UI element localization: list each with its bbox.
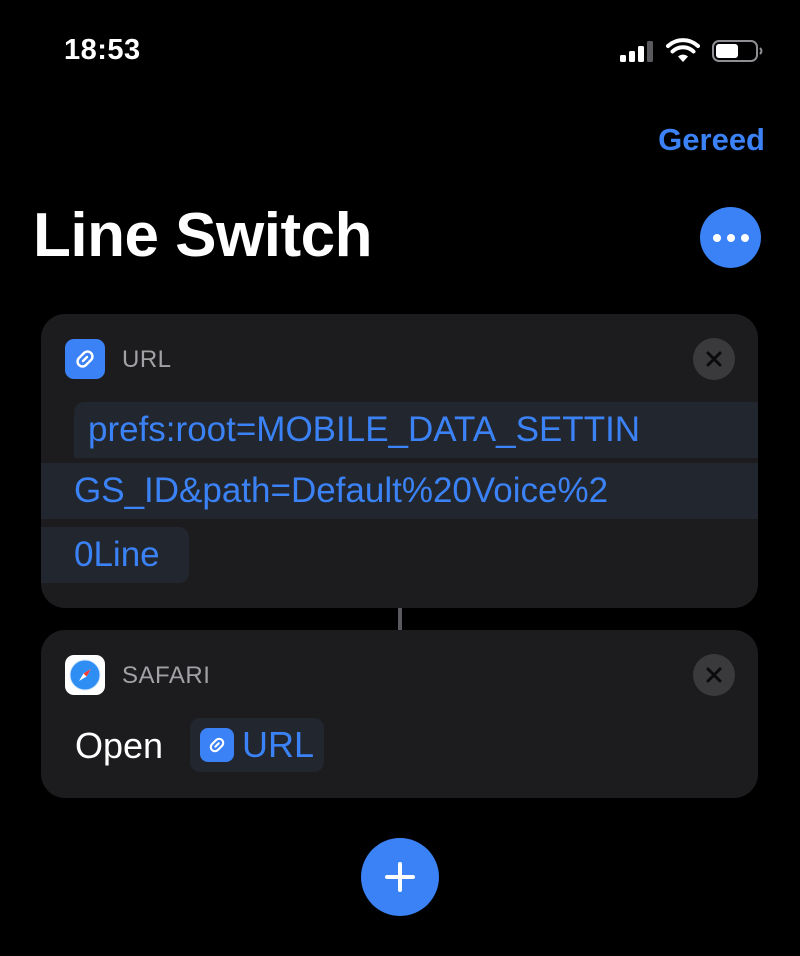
done-button[interactable]: Gereed xyxy=(658,122,765,158)
remove-action-button[interactable] xyxy=(693,338,735,380)
dot xyxy=(712,233,721,242)
shortcut-title: Line Switch xyxy=(33,201,372,270)
status-time: 18:53 xyxy=(64,34,141,66)
url-text-line[interactable]: prefs:root=MOBILE_DATA_SETTIN xyxy=(74,402,758,458)
remove-action-button[interactable] xyxy=(693,654,735,696)
safari-action-card[interactable]: SAFARI Open URL xyxy=(41,630,758,798)
close-icon xyxy=(706,667,722,683)
url-action-card[interactable]: URL prefs:root=MOBILE_DATA_SETTIN GS_ID&… xyxy=(41,314,758,608)
wifi-icon xyxy=(666,38,700,62)
url-text-line[interactable]: 0Line xyxy=(41,527,189,583)
url-text-line[interactable]: GS_ID&path=Default%20Voice%2 xyxy=(41,463,758,519)
url-variable-token[interactable]: URL xyxy=(190,718,325,772)
action-label-url: URL xyxy=(122,346,172,373)
more-options-button[interactable] xyxy=(700,207,761,268)
action-connector xyxy=(398,608,402,630)
dot xyxy=(740,233,749,242)
battery-icon xyxy=(712,40,763,62)
action-label-safari: SAFARI xyxy=(122,662,211,689)
link-icon xyxy=(200,728,234,762)
dot xyxy=(726,233,735,242)
cellular-signal-icon xyxy=(620,41,653,62)
plus-icon xyxy=(385,862,415,892)
close-icon xyxy=(706,351,722,367)
link-icon xyxy=(65,339,105,379)
url-token-label: URL xyxy=(242,724,315,765)
add-action-button[interactable] xyxy=(361,838,439,916)
open-verb: Open xyxy=(75,725,164,766)
safari-compass-icon xyxy=(65,655,105,695)
